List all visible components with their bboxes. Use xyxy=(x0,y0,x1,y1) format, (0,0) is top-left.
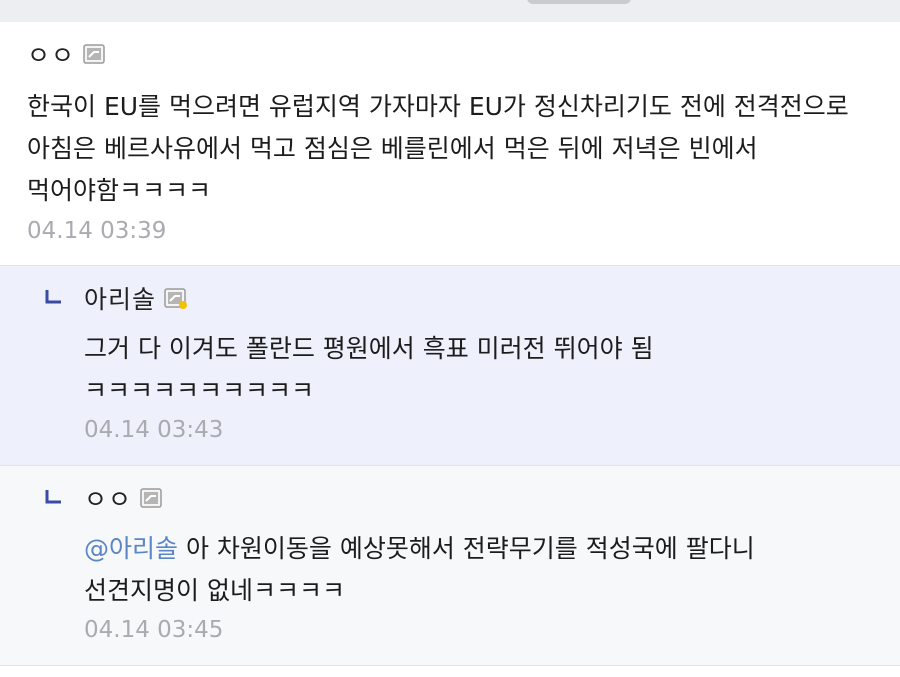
reply-text: 그거 다 이겨도 폴란드 평원에서 흑표 미러전 뛰어야 됨 ㅋㅋㅋㅋㅋㅋㅋㅋㅋ… xyxy=(84,334,654,405)
reply-header: ㅇㅇ xyxy=(84,482,162,514)
reply-header: 아리솔 xyxy=(84,280,188,316)
reply-time: 04.14 03:43 xyxy=(84,417,224,443)
reply-item: ㅇㅇ @아리솔 아 차원이동을 예상못해서 전략무기를 적성국에 팔다니 선견지… xyxy=(0,466,900,666)
scroll-handle xyxy=(527,0,631,4)
reply-text-body: 아 차원이동을 예상못해서 전략무기를 적성국에 팔다니 선견지명이 없네ㅋㅋㅋ… xyxy=(84,534,755,605)
reply-text: @아리솔 아 차원이동을 예상못해서 전략무기를 적성국에 팔다니 선견지명이 … xyxy=(84,528,874,612)
comment-header: ㅇㅇ xyxy=(27,38,105,70)
gray-member-icon xyxy=(140,488,162,508)
mention-link[interactable]: @아리솔 xyxy=(84,534,178,563)
reply-item: 아리솔 그거 다 이겨도 폴란드 평원에서 흑표 미러전 뛰어야 됨 ㅋㅋㅋㅋㅋ… xyxy=(0,266,900,466)
fixed-member-icon xyxy=(164,288,188,309)
comment-text: 한국이 EU를 먹으려면 유럽지역 가자마자 EU가 정신차리기도 전에 전격전… xyxy=(27,92,849,205)
top-bar xyxy=(0,0,900,22)
reply-arrow-icon xyxy=(45,290,61,304)
gray-member-icon xyxy=(83,44,105,64)
reply-time: 04.14 03:45 xyxy=(84,617,224,643)
comment-nickname[interactable]: ㅇㅇ xyxy=(27,36,75,72)
reply-nickname[interactable]: ㅇㅇ xyxy=(84,480,132,516)
comment-time: 04.14 03:39 xyxy=(27,218,167,244)
comment-item: ㅇㅇ 한국이 EU를 먹으려면 유럽지역 가자마자 EU가 정신차리기도 전에 … xyxy=(0,22,900,266)
reply-nickname[interactable]: 아리솔 xyxy=(84,280,156,316)
reply-arrow-icon xyxy=(45,490,61,504)
